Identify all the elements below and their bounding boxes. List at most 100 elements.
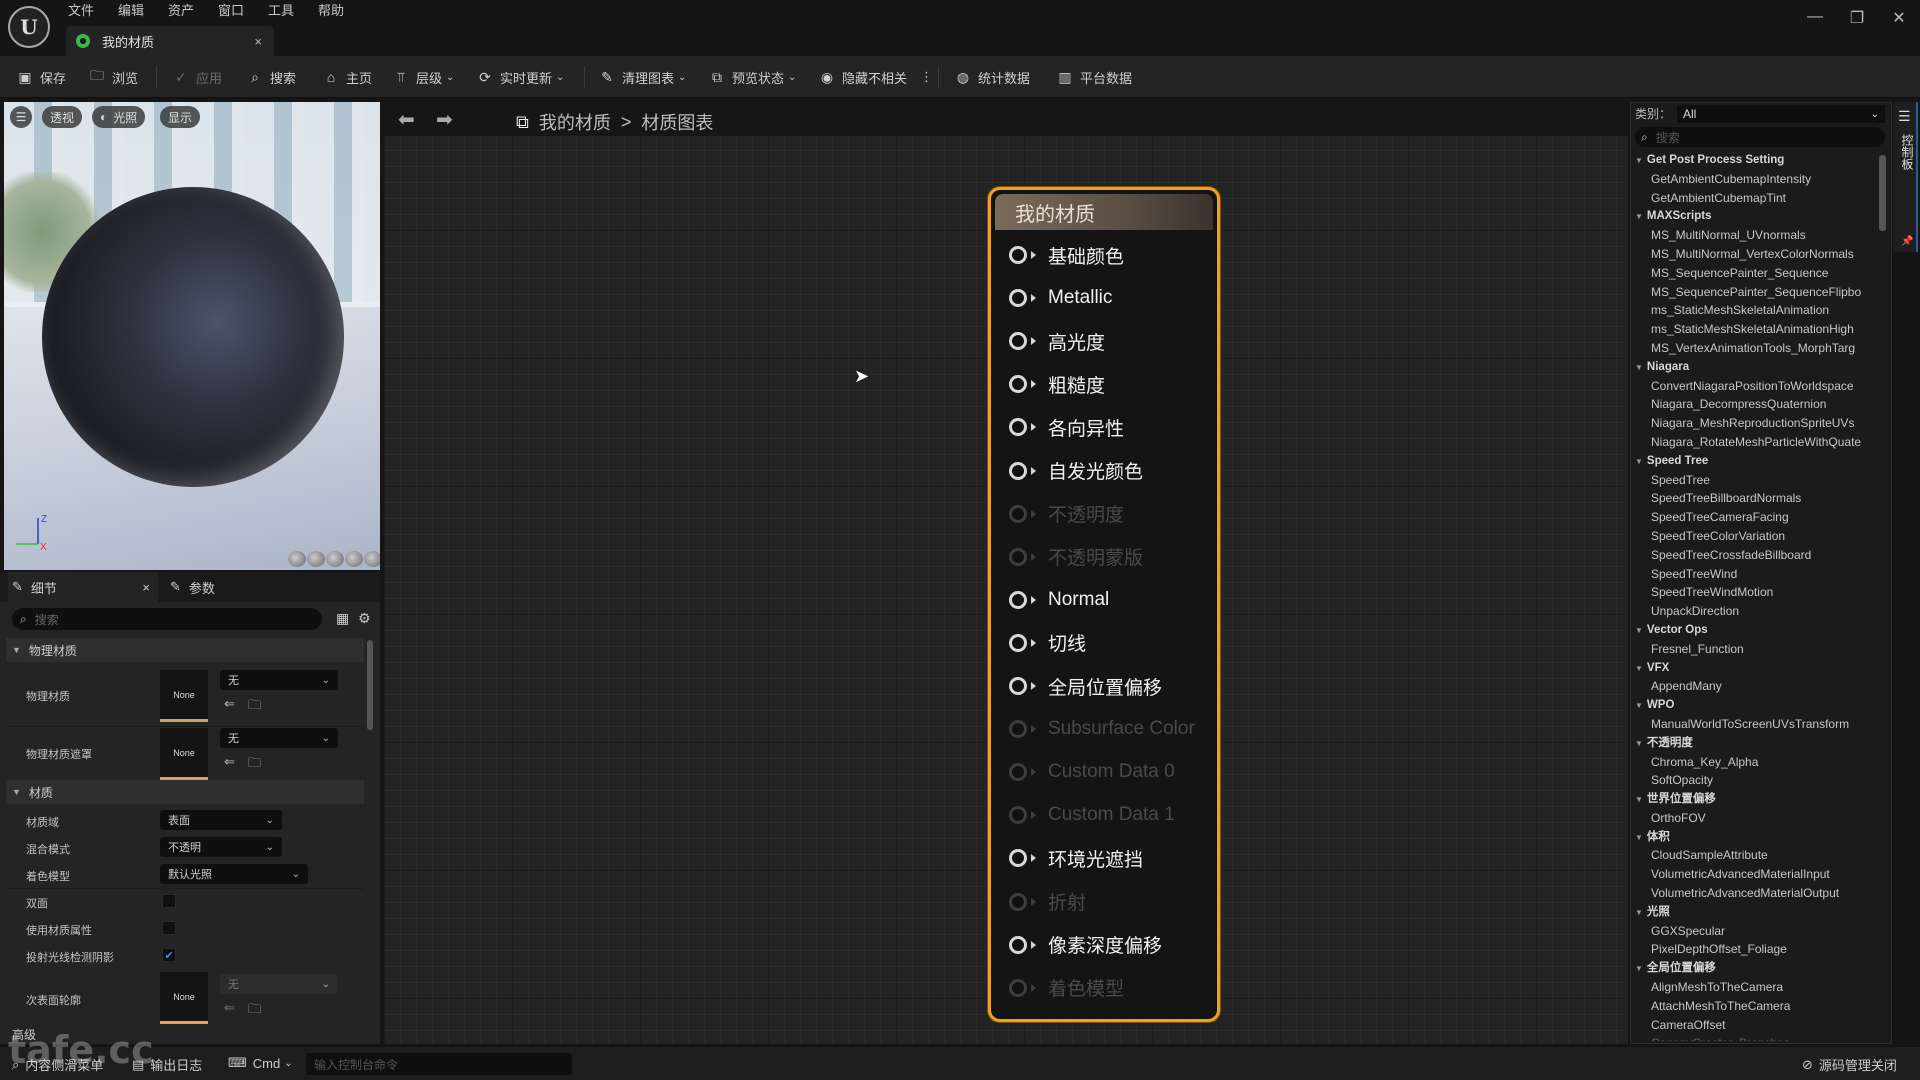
home-button[interactable]: ⌂ 主页 <box>322 66 372 88</box>
sphere-mesh-icon[interactable] <box>307 551 325 567</box>
preview-state-button[interactable]: ⧉ 预览状态 ⌄ <box>708 66 796 88</box>
node-input-pin[interactable]: 高光度 <box>1009 326 1105 356</box>
console-command-input[interactable]: 输入控制台命令 <box>306 1053 572 1075</box>
asset-thumbnail[interactable]: None <box>160 670 208 722</box>
cmd-dropdown[interactable]: ⌨ Cmd ⌄ <box>228 1055 293 1071</box>
show-button[interactable]: 显示 <box>160 106 201 128</box>
source-control-button[interactable]: ⊘ 源码管理关闭 <box>1802 1055 1897 1074</box>
search-button[interactable]: ⌕ 搜索 <box>246 66 296 88</box>
viewport-menu-button[interactable]: ☰ <box>10 106 32 128</box>
palette-item[interactable]: AlignMeshToTheCamera <box>1635 978 1889 997</box>
node-input-pin[interactable]: 环境光遮挡 <box>1009 843 1143 873</box>
palette-scrollbar[interactable] <box>1879 155 1886 231</box>
palette-item[interactable]: SpeedTreeColorVariation <box>1635 527 1889 546</box>
close-tab-icon[interactable]: × <box>254 34 262 49</box>
material-domain-combo[interactable]: 表面 ⌄ <box>160 810 282 830</box>
menu-tools[interactable]: 工具 <box>268 2 294 20</box>
menu-asset[interactable]: 资产 <box>168 2 194 20</box>
use-selected-icon[interactable]: ⇐ <box>224 1000 235 1016</box>
category-physical-material[interactable]: ▼ 物理材质 <box>6 638 364 662</box>
node-input-pin[interactable]: 不透明度 <box>1009 499 1124 529</box>
two-sided-checkbox[interactable] <box>162 894 176 908</box>
palette-item[interactable]: PixelDepthOffset_Foliage <box>1635 940 1889 959</box>
pin-connector-icon[interactable] <box>1009 246 1027 264</box>
palette-group-header[interactable]: ▼ Speed Tree <box>1635 452 1889 471</box>
restore-button[interactable]: ❐ <box>1842 8 1872 28</box>
pin-connector-icon[interactable] <box>1009 375 1027 394</box>
node-input-pin[interactable]: 着色模型 <box>1009 973 1124 1003</box>
palette-item[interactable]: SpeedTreeWind <box>1635 565 1889 584</box>
browse-asset-icon[interactable]: 🗀 <box>248 754 261 776</box>
node-title[interactable]: 我的材质 <box>995 194 1213 230</box>
palette-item[interactable]: CloudSampleAttribute <box>1635 846 1889 865</box>
palette-item[interactable]: Niagara_RotateMeshParticleWithQuate <box>1635 433 1889 452</box>
pin-connector-icon[interactable] <box>1009 677 1027 695</box>
perspective-button[interactable]: 透视 <box>42 106 83 128</box>
palette-item[interactable]: MS_SequencePainter_SequenceFlipbo <box>1635 283 1889 302</box>
palette-group-header[interactable]: ▼ WPO <box>1635 696 1889 715</box>
platform-stats-button[interactable]: ▥ 平台数据 <box>1056 66 1132 88</box>
node-input-pin[interactable]: 各向异性 <box>1009 412 1124 442</box>
pin-connector-icon[interactable] <box>1009 806 1027 825</box>
menu-file[interactable]: 文件 <box>68 2 94 20</box>
palette-item[interactable]: AppendMany <box>1635 677 1889 696</box>
tab-details[interactable]: ✎ 细节 × <box>8 572 158 602</box>
preview-viewport[interactable]: ☰ 透视 ◐ 光照 显示 Z X <box>4 102 380 570</box>
details-search-input[interactable]: ⌕ 搜索 <box>12 608 322 630</box>
palette-item[interactable]: MS_VertexAnimationTools_MorphTarg <box>1635 339 1889 358</box>
pin-connector-icon[interactable] <box>1009 590 1027 609</box>
palette-item[interactable]: ConvertNiagaraPositionToWorldspace <box>1635 377 1889 396</box>
tab-parameters[interactable]: ✎ 参数 <box>170 572 215 602</box>
palette-item[interactable]: Niagara_MeshReproductionSpriteUVs <box>1635 414 1889 433</box>
palette-item[interactable]: MS_MultiNormal_VertexColorNormals <box>1635 245 1889 264</box>
palette-group-header[interactable]: ▼ 不透明度 <box>1635 734 1889 753</box>
settings-gear-icon[interactable]: ⚙ <box>358 610 371 627</box>
breadcrumb-graph[interactable]: 材质图表 <box>641 109 713 135</box>
palette-item[interactable]: AttachMeshToTheCamera <box>1635 997 1889 1016</box>
palette-item[interactable]: OrthoFOV <box>1635 809 1889 828</box>
palette-item[interactable]: SpeedTree <box>1635 471 1889 490</box>
breadcrumb-material[interactable]: 我的材质 <box>539 109 611 135</box>
hide-unrelated-button[interactable]: ◉ 隐藏不相关 <box>818 66 907 88</box>
plane-mesh-icon[interactable] <box>326 551 344 567</box>
node-input-pin[interactable]: 折射 <box>1009 887 1086 917</box>
palette-group-header[interactable]: ▼ 全局位置偏移 <box>1635 959 1889 978</box>
node-input-pin[interactable]: 粗糙度 <box>1009 369 1105 399</box>
blend-mode-combo[interactable]: 不透明 ⌄ <box>160 837 282 857</box>
browse-button[interactable]: 🗀 浏览 <box>88 66 138 88</box>
pin-connector-icon[interactable] <box>1009 633 1027 652</box>
node-input-pin[interactable]: 不透明蒙版 <box>1009 542 1143 572</box>
palette-group-header[interactable]: ▼ Niagara <box>1635 358 1889 377</box>
material-output-node[interactable]: 我的材质 基础颜色 Metallic 高光度 粗糙度 各向异性 自发光颜色 不透明度 不透明蒙… <box>988 187 1220 1022</box>
pin-connector-icon[interactable] <box>1009 935 1027 954</box>
palette-item[interactable]: SoftOpacity <box>1635 771 1889 790</box>
use-selected-icon[interactable]: ⇐ <box>224 696 235 712</box>
pin-connector-icon[interactable] <box>1009 547 1027 566</box>
pin-connector-icon[interactable] <box>1009 720 1027 739</box>
shading-model-combo[interactable]: 默认光照 ⌄ <box>160 864 308 884</box>
menu-window[interactable]: 窗口 <box>218 2 244 20</box>
node-input-pin[interactable]: 基础颜色 <box>1009 240 1124 270</box>
pin-connector-icon[interactable] <box>1009 418 1027 437</box>
subsurface-profile-combo[interactable]: 无 ⌄ <box>220 974 338 994</box>
save-button[interactable]: ▣ 保存 <box>16 66 66 88</box>
palette-group-header[interactable]: ▼ Vector Ops <box>1635 621 1889 640</box>
palette-group-header[interactable]: ▼ 光照 <box>1635 903 1889 922</box>
palette-item[interactable]: SpeedTreeCrossfadeBillboard <box>1635 546 1889 565</box>
palette-side-tab[interactable]: ☰ 控制板 📌 <box>1894 102 1918 252</box>
palette-item[interactable]: Fresnel_Function <box>1635 640 1889 659</box>
palette-item[interactable]: GetAmbientCubemapIntensity <box>1635 170 1889 189</box>
node-input-pin[interactable]: Subsurface Color <box>1009 714 1195 744</box>
document-tab[interactable]: 我的材质 × <box>66 26 274 56</box>
unreal-logo-icon[interactable]: U <box>8 6 50 48</box>
stats-button[interactable]: ◍ 统计数据 <box>954 66 1030 88</box>
palette-item[interactable]: MS_SequencePainter_Sequence <box>1635 264 1889 283</box>
hierarchy-button[interactable]: ⫪ 层级 ⌄ <box>392 66 454 88</box>
pin-connector-icon[interactable] <box>1009 461 1027 480</box>
custom-mesh-icon[interactable] <box>364 551 380 567</box>
palette-item[interactable]: Chroma_Key_Alpha <box>1635 753 1889 772</box>
palette-group-header[interactable]: ▼ MAXScripts <box>1635 207 1889 226</box>
palette-item[interactable]: SpeedTreeWindMotion <box>1635 583 1889 602</box>
phys-material-combo[interactable]: 无 ⌄ <box>220 670 338 690</box>
lighting-button[interactable]: ◐ 光照 <box>92 106 146 128</box>
